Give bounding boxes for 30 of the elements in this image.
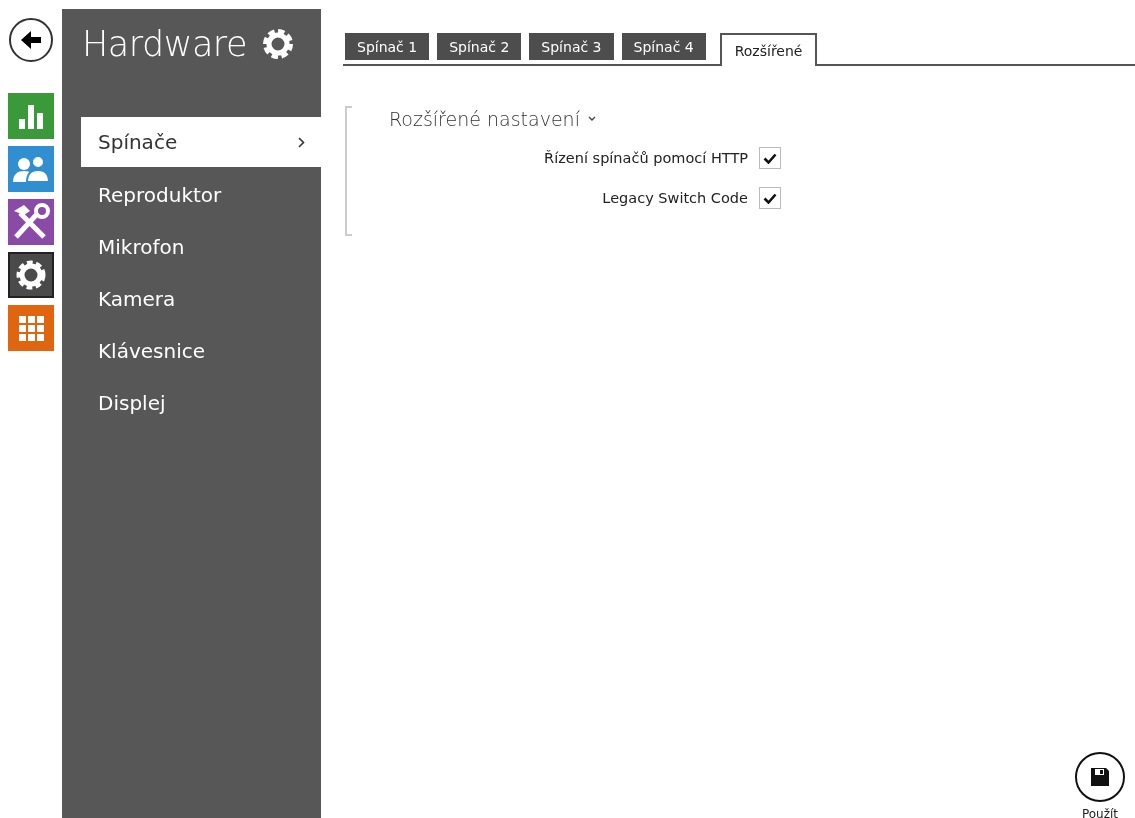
sidebar-item[interactable]: Reproduktor [81,169,321,221]
check-icon [763,152,777,164]
sidebar-item[interactable]: Kamera [81,273,321,325]
sidebar-item[interactable]: Spínače [81,117,321,167]
chevron-right-icon [298,136,305,148]
section-toggle[interactable]: Rozšířené nastavení [383,106,602,131]
nav-tile[interactable] [8,252,54,298]
save-button[interactable] [1075,752,1125,802]
nav-tile[interactable] [8,199,54,245]
nav-tile[interactable] [8,93,54,139]
tab[interactable]: Spínač 2 [437,33,522,60]
tab[interactable]: Spínač 4 [621,33,706,60]
page-title: Hardware [82,24,247,64]
sidebar-item[interactable]: Klávesnice [81,325,321,377]
save-label: Použít [1081,808,1119,818]
sidebar-item[interactable]: Displej [81,377,321,429]
left-arrow-icon [19,29,43,51]
tab[interactable]: Rozšířené [719,33,818,66]
setting-label: Legacy Switch Code [602,190,748,206]
checkbox[interactable] [759,187,781,209]
checkbox[interactable] [759,147,781,169]
setting-label: Řízení spínačů pomocí HTTP [544,150,748,166]
check-icon [763,192,777,204]
nav-tile[interactable] [8,146,54,192]
tab[interactable]: Spínač 1 [345,33,430,60]
gear-icon [261,27,295,61]
tab[interactable]: Spínač 3 [529,33,614,60]
sidebar-item[interactable]: Mikrofon [81,221,321,273]
nav-tile[interactable] [8,305,54,351]
back-button[interactable] [9,18,53,62]
